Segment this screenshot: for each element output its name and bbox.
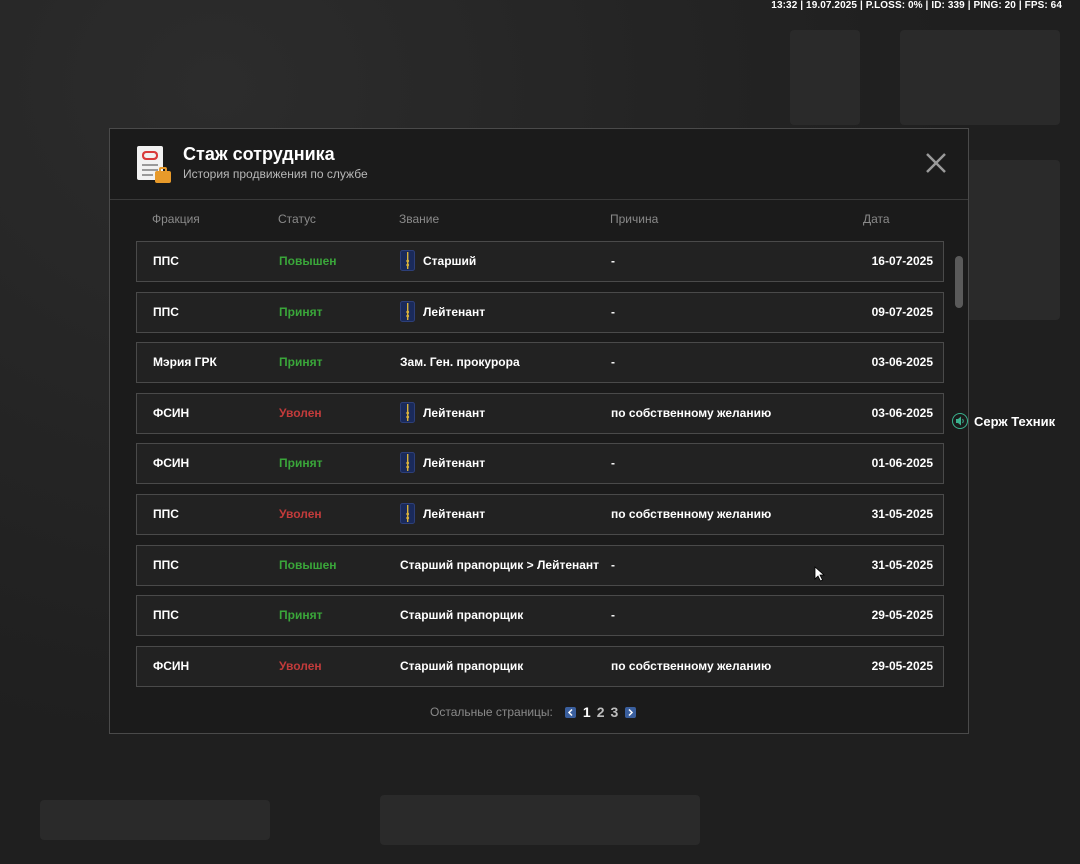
status-bar: 13:32 | 19.07.2025 | P.LOSS: 0% | ID: 33… [771, 0, 1062, 11]
row-rank: Лейтенант [400, 293, 485, 332]
row-date: 16-07-2025 [871, 254, 933, 268]
row-date: 09-07-2025 [871, 305, 933, 319]
hint-background [380, 795, 700, 845]
row-rank: Лейтенант [400, 444, 485, 483]
hud-panel-background [790, 30, 860, 125]
history-row[interactable]: Мэрия ГРК Принят Зам. Ген. прокурора - 03-06… [136, 342, 944, 383]
column-header-rank: Звание [399, 212, 440, 226]
row-date: 31-05-2025 [871, 558, 933, 572]
row-fraction: ППС [153, 558, 179, 572]
history-row[interactable]: ППС Принят Лейтенант - 09-07-2025 [136, 292, 944, 333]
mouse-cursor-icon [814, 566, 826, 582]
row-reason: - [611, 355, 615, 369]
prev-page-icon[interactable] [564, 706, 576, 718]
next-page-icon[interactable] [625, 706, 637, 718]
row-rank: Старший [400, 242, 476, 281]
row-fraction: ППС [153, 254, 179, 268]
voice-chat-player: Серж Техник [952, 411, 1055, 431]
modal-title: Стаж сотрудника [183, 144, 335, 164]
row-status: Принят [279, 456, 323, 470]
row-status: Принят [279, 355, 323, 369]
row-reason: по собственному желанию [611, 507, 772, 521]
row-status: Повышен [279, 254, 337, 268]
row-rank-text: Зам. Ген. прокурора [400, 355, 520, 369]
row-reason: - [611, 608, 615, 622]
row-rank: Лейтенант [400, 394, 485, 433]
row-reason: по собственному желанию [611, 659, 772, 673]
row-rank-text: Старший прапорщик [400, 659, 524, 673]
column-header-status: Статус [278, 212, 316, 226]
row-date: 29-05-2025 [871, 608, 933, 622]
row-status: Принят [279, 305, 323, 319]
history-row[interactable]: ФСИН Уволен Старший прапорщик по собственно… [136, 646, 944, 687]
rank-shoulder-icon [400, 300, 415, 322]
history-row[interactable]: ФСИН Принят Лейтенант - 01-06-2025 [136, 443, 944, 484]
row-fraction: ППС [153, 507, 179, 521]
close-icon[interactable] [924, 151, 948, 175]
row-status: Уволен [279, 659, 322, 673]
row-date: 01-06-2025 [871, 456, 933, 470]
row-reason: по собственному желанию [611, 406, 772, 420]
hud-panel-background [900, 30, 1060, 125]
row-reason: - [611, 305, 615, 319]
row-rank-text: Лейтенант [423, 406, 486, 420]
row-rank-text: Лейтенант [423, 305, 486, 319]
row-rank-text: Старший прапорщик > Лейтенант [400, 558, 600, 572]
side-panel-background [960, 160, 1060, 320]
voice-chat-player-name: Серж Техник [974, 413, 1056, 429]
row-status: Повышен [279, 558, 337, 572]
hud-bar-background [40, 800, 270, 840]
modal-subtitle: История продвижения по службе [183, 167, 368, 181]
row-rank: Старший прапорщик [400, 596, 523, 635]
row-fraction: Мэрия ГРК [153, 355, 217, 369]
row-status: Уволен [279, 406, 322, 420]
row-date: 03-06-2025 [871, 355, 933, 369]
page-button-1[interactable]: 1 [583, 704, 591, 720]
row-rank-text: Лейтенант [423, 507, 486, 521]
rank-shoulder-icon [400, 401, 415, 423]
history-list[interactable]: ППС Повышен Старший - 16-07-2025 ППС Принят Лей… [136, 241, 944, 687]
row-date: 29-05-2025 [871, 659, 933, 673]
row-reason: - [611, 254, 615, 268]
column-header-fraction: Фракция [152, 212, 200, 226]
history-row[interactable]: ППС Принят Старший прапорщик - 29-05-2025 [136, 595, 944, 636]
service-history-modal: Стаж сотрудника История продвижения по с… [109, 128, 969, 734]
row-rank: Зам. Ген. прокурора [400, 343, 520, 382]
row-reason: - [611, 558, 615, 572]
pagination-label: Остальные страницы: [430, 705, 553, 719]
row-fraction: ФСИН [153, 456, 190, 470]
document-icon [137, 146, 171, 183]
page-button-2[interactable]: 2 [597, 704, 605, 720]
row-fraction: ФСИН [153, 406, 190, 420]
rank-shoulder-icon [400, 249, 415, 271]
row-rank-text: Старший [423, 254, 477, 268]
page-button-3[interactable]: 3 [610, 704, 618, 720]
row-reason: - [611, 456, 615, 470]
row-fraction: ППС [153, 305, 179, 319]
row-rank: Лейтенант [400, 495, 485, 534]
scrollbar-thumb[interactable] [955, 256, 963, 308]
row-status: Уволен [279, 507, 322, 521]
column-header-date: Дата [863, 212, 890, 226]
history-row[interactable]: ППС Уволен Лейтенант по собственному желани… [136, 494, 944, 535]
history-row[interactable]: ППС Повышен Старший - 16-07-2025 [136, 241, 944, 282]
row-rank-text: Лейтенант [423, 456, 486, 470]
row-date: 03-06-2025 [871, 406, 933, 420]
column-header-reason: Причина [610, 212, 659, 226]
row-fraction: ФСИН [153, 659, 190, 673]
row-rank: Старший прапорщик [400, 647, 523, 686]
row-date: 31-05-2025 [871, 507, 933, 521]
pagination: Остальные страницы: 1 2 3 [110, 703, 968, 721]
row-status: Принят [279, 608, 323, 622]
rank-shoulder-icon [400, 502, 415, 524]
history-row[interactable]: ФСИН Уволен Лейтенант по собственному желан… [136, 393, 944, 434]
speaker-icon [952, 413, 968, 429]
rank-shoulder-icon [400, 451, 415, 473]
modal-header: Стаж сотрудника История продвижения по с… [110, 129, 968, 200]
row-fraction: ППС [153, 608, 179, 622]
row-rank-text: Старший прапорщик [400, 608, 524, 622]
row-rank: Старший прапорщик > Лейтенант [400, 546, 599, 585]
